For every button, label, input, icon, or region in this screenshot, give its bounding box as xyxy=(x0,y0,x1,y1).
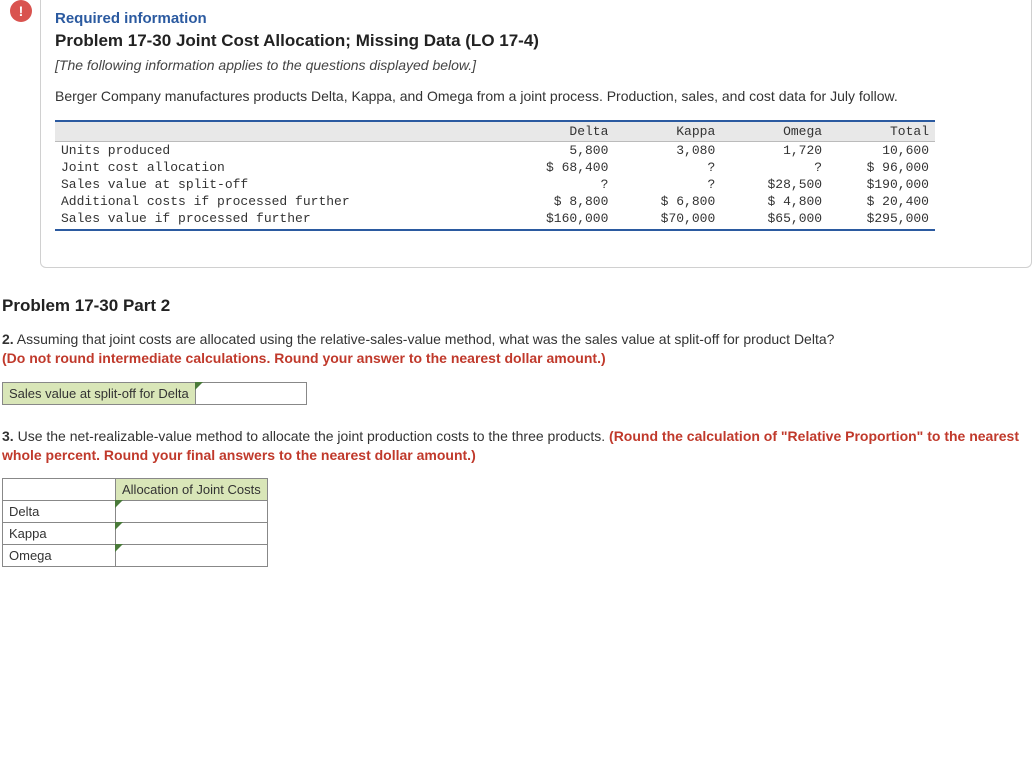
q2-number: 2. xyxy=(2,331,14,347)
alloc-header: Allocation of Joint Costs xyxy=(116,479,268,501)
problem-info-box: Required information Problem 17-30 Joint… xyxy=(40,0,1032,268)
cell: $65,000 xyxy=(721,210,828,230)
alloc-omega-cell[interactable] xyxy=(116,545,268,567)
empty-corner xyxy=(3,479,116,501)
alloc-delta-input[interactable] xyxy=(116,503,226,521)
col-header: Delta xyxy=(508,121,615,142)
required-info-label: Required information xyxy=(55,10,1017,27)
cell: $295,000 xyxy=(828,210,935,230)
cell: $ 96,000 xyxy=(828,159,935,176)
alloc-row-label: Kappa xyxy=(3,523,116,545)
alloc-kappa-input[interactable] xyxy=(116,525,226,543)
intro-text: Berger Company manufactures products Del… xyxy=(55,87,1017,106)
cell-marker-icon xyxy=(195,382,203,390)
q2-text: Assuming that joint costs are allocated … xyxy=(14,331,835,347)
alloc-delta-cell[interactable] xyxy=(116,501,268,523)
applies-note: [The following information applies to th… xyxy=(55,57,1017,73)
cell: 3,080 xyxy=(614,141,721,159)
row-label: Sales value if processed further xyxy=(55,210,508,230)
alloc-omega-input[interactable] xyxy=(116,547,226,565)
cell: $28,500 xyxy=(721,176,828,193)
cell-marker-icon xyxy=(115,544,123,552)
cell: $160,000 xyxy=(508,210,615,230)
cell: $ 20,400 xyxy=(828,193,935,210)
alloc-row-label: Delta xyxy=(3,501,116,523)
cell: $ 8,800 xyxy=(508,193,615,210)
row-label: Additional costs if processed further xyxy=(55,193,508,210)
col-header: Kappa xyxy=(614,121,721,142)
alloc-row-label: Omega xyxy=(3,545,116,567)
question-2: 2. Assuming that joint costs are allocat… xyxy=(2,330,1034,368)
alert-icon: ! xyxy=(10,0,32,22)
alloc-kappa-cell[interactable] xyxy=(116,523,268,545)
cell: ? xyxy=(614,176,721,193)
q3-number: 3. xyxy=(2,428,14,444)
cell: $ 6,800 xyxy=(614,193,721,210)
cell: 5,800 xyxy=(508,141,615,159)
cell: $190,000 xyxy=(828,176,935,193)
cell: 1,720 xyxy=(721,141,828,159)
cell: ? xyxy=(614,159,721,176)
cell: $70,000 xyxy=(614,210,721,230)
q2-answer-table: Sales value at split-off for Delta xyxy=(2,382,307,405)
row-label: Sales value at split-off xyxy=(55,176,508,193)
q2-answer-label: Sales value at split-off for Delta xyxy=(3,382,196,404)
part2-heading: Problem 17-30 Part 2 xyxy=(2,296,1036,316)
q2-answer-cell[interactable] xyxy=(195,382,306,404)
problem-title: Problem 17-30 Joint Cost Allocation; Mis… xyxy=(55,31,1017,51)
row-label: Units produced xyxy=(55,141,508,159)
q2-answer-input[interactable] xyxy=(196,384,306,402)
cell: $ 68,400 xyxy=(508,159,615,176)
cell-marker-icon xyxy=(115,522,123,530)
cell: 10,600 xyxy=(828,141,935,159)
cell-marker-icon xyxy=(115,500,123,508)
question-3: 3. Use the net-realizable-value method t… xyxy=(2,427,1034,465)
cell: $ 4,800 xyxy=(721,193,828,210)
col-header: Omega xyxy=(721,121,828,142)
row-label: Joint cost allocation xyxy=(55,159,508,176)
cell: ? xyxy=(508,176,615,193)
allocation-table: Allocation of Joint Costs Delta Kappa Om… xyxy=(2,478,268,567)
col-header: Total xyxy=(828,121,935,142)
q2-instruction: (Do not round intermediate calculations.… xyxy=(2,350,606,366)
cell: ? xyxy=(721,159,828,176)
data-table: Delta Kappa Omega Total Units produced 5… xyxy=(55,120,1017,231)
q3-text: Use the net-realizable-value method to a… xyxy=(14,428,609,444)
